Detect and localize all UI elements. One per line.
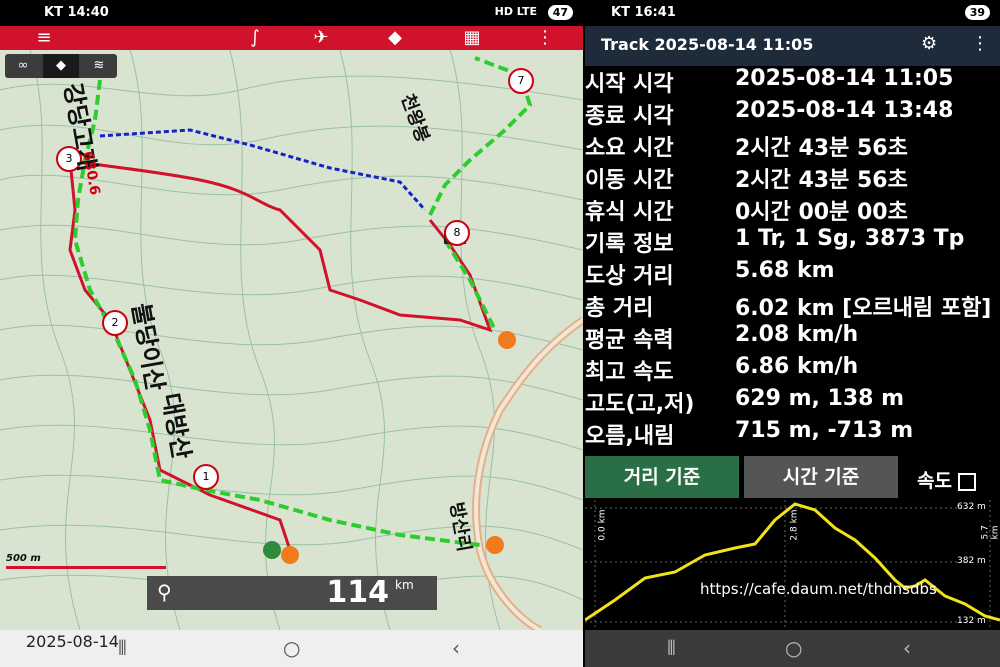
stat-value: 0시간 00분 00초: [735, 200, 908, 225]
direction-mode-icon[interactable]: ◆: [43, 54, 79, 78]
menu-icon[interactable]: ≡: [30, 26, 58, 50]
speed-toggle[interactable]: 속도: [917, 466, 976, 493]
waypoint-marker[interactable]: 8: [444, 220, 470, 246]
battery-indicator: 39: [964, 5, 990, 20]
elevation-profile: 0.0 km 2.8 km 5.7 km 632 m 382 m 132 m: [585, 500, 1000, 630]
waypoint-marker[interactable]: 1: [193, 464, 219, 490]
stat-value: 629 m, 138 m: [735, 386, 905, 411]
map-app-panel: KT 14:40 HD LTE 47 ≡ ∫ ✈ ◆ ▦ ⋮ 1 2 3 7 8…: [0, 0, 583, 667]
x-axis-start-label: 0.0 km: [597, 509, 608, 541]
date-stamp: 2025-08-14: [26, 632, 119, 651]
stat-label: 기록 정보: [585, 232, 674, 257]
stat-value: 2025-08-14 13:48: [735, 98, 954, 123]
y-axis-top-label: 632 m: [957, 502, 986, 512]
time-basis-button[interactable]: 시간 기준: [744, 456, 898, 498]
stat-label: 오름,내림: [585, 424, 675, 449]
recent-apps-icon[interactable]: ⦀: [667, 636, 676, 660]
stat-row: 소요 시간 2시간 43분 56초: [585, 130, 1000, 162]
stat-value: 715 m, -713 m: [735, 418, 914, 443]
stat-label: 최고 속도: [585, 360, 674, 385]
distance-basis-button[interactable]: 거리 기준: [585, 456, 739, 498]
watermark-url: https://cafe.daum.net/thdnsdbs: [700, 580, 937, 598]
stat-value: 6.86 km/h: [735, 354, 859, 379]
stat-row: 도상 거리 5.68 km: [585, 258, 1000, 290]
odometer-value: 114: [326, 575, 389, 610]
home-icon[interactable]: ○: [785, 636, 802, 660]
map-toolbar: ≡ ∫ ✈ ◆ ▦ ⋮: [0, 26, 583, 50]
scale-bar: [6, 566, 166, 569]
more-icon[interactable]: ⋮: [971, 33, 989, 54]
status-carrier-time: KT 16:41: [611, 5, 676, 20]
status-bar: KT 14:40 HD LTE 47: [0, 0, 583, 26]
status-carrier-time: KT 14:40: [44, 5, 109, 20]
stat-row: 기록 정보 1 Tr, 1 Sg, 3873 Tp: [585, 226, 1000, 258]
stat-row: 평균 속력 2.08 km/h: [585, 322, 1000, 354]
stat-row: 이동 시간 2시간 43분 56초: [585, 162, 1000, 194]
y-axis-mid-label: 382 m: [957, 556, 986, 566]
scale-label: 500 m: [6, 553, 41, 564]
stat-label: 종료 시각: [585, 104, 674, 129]
stat-value: 2시간 43분 56초: [735, 136, 908, 161]
track-settings-icon[interactable]: ⚙: [921, 33, 937, 54]
map-icon[interactable]: ▦: [452, 26, 492, 50]
stat-label: 소요 시간: [585, 136, 674, 161]
y-axis-bottom-label: 132 m: [957, 616, 986, 626]
system-nav-bar: ⦀ ○ ‹: [585, 630, 1000, 667]
waypoint-marker[interactable]: 7: [508, 68, 534, 94]
speed-checkbox[interactable]: [957, 472, 976, 491]
layers-icon[interactable]: ≋: [81, 54, 117, 78]
stat-value: 2.08 km/h: [735, 322, 859, 347]
map-view[interactable]: 1 2 3 7 8 강당고개 불당이산 대방산 천왕봉 방산리 630.6: [0, 49, 583, 634]
recent-apps-icon[interactable]: ⦀: [118, 636, 127, 660]
direction-icon[interactable]: ◆: [380, 26, 410, 50]
stat-label: 평균 속력: [585, 328, 674, 353]
more-icon[interactable]: ⋮: [535, 26, 555, 50]
stat-value: 1 Tr, 1 Sg, 3873 Tp: [735, 226, 965, 251]
route-icon[interactable]: ∫: [240, 26, 270, 50]
stat-value: 2025-08-14 11:05: [735, 66, 954, 91]
waypoint-marker[interactable]: 2: [102, 310, 128, 336]
stat-row: 시작 시각 2025-08-14 11:05: [585, 66, 1000, 98]
stat-label: 시작 시각: [585, 72, 674, 97]
back-icon[interactable]: ‹: [452, 636, 460, 660]
stat-label: 총 거리: [585, 296, 654, 321]
back-icon[interactable]: ‹: [903, 636, 911, 660]
battery-indicator: 47: [547, 5, 573, 20]
speed-label: 속도: [917, 470, 952, 492]
status-network: HD LTE: [494, 5, 537, 18]
track-info-panel: KT 16:41 39 Track 2025-08-14 11:05 ⚙ ⋮ 시…: [585, 0, 1000, 667]
stat-row: 휴식 시간 0시간 00분 00초: [585, 194, 1000, 226]
pin-icon[interactable]: ✈: [306, 26, 336, 50]
search-icon[interactable]: ⚲: [157, 580, 172, 604]
stat-value: 6.02 km [오르내림 포함]: [735, 296, 992, 321]
x-axis-end-label: 5.7 km: [980, 525, 1000, 540]
stat-row: 오름,내림 715 m, -713 m: [585, 418, 1000, 450]
x-axis-mid-label: 2.8 km: [789, 509, 800, 541]
home-icon[interactable]: ○: [283, 636, 300, 660]
page-title: Track 2025-08-14 11:05: [601, 35, 814, 54]
stat-label: 고도(고,저): [585, 392, 695, 417]
stat-label: 도상 거리: [585, 264, 674, 289]
search-bar[interactable]: ⚲ 114 km: [147, 576, 437, 610]
stat-row: 총 거리 6.02 km [오르내림 포함]: [585, 290, 1000, 322]
stat-row: 종료 시각 2025-08-14 13:48: [585, 98, 1000, 130]
stat-label: 휴식 시간: [585, 200, 674, 225]
track-mode-icon[interactable]: ∞: [5, 54, 41, 78]
stat-value: 2시간 43분 56초: [735, 168, 908, 193]
status-bar: KT 16:41 39: [585, 0, 1000, 26]
stat-value: 5.68 km: [735, 258, 835, 283]
stat-row: 최고 속도 6.86 km/h: [585, 354, 1000, 386]
stat-row: 고도(고,저) 629 m, 138 m: [585, 386, 1000, 418]
track-header: Track 2025-08-14 11:05 ⚙ ⋮: [585, 26, 1000, 66]
odometer-unit: km: [395, 578, 414, 592]
stat-label: 이동 시간: [585, 168, 674, 193]
map-mode-tools: ∞ ◆ ≋: [5, 54, 117, 78]
